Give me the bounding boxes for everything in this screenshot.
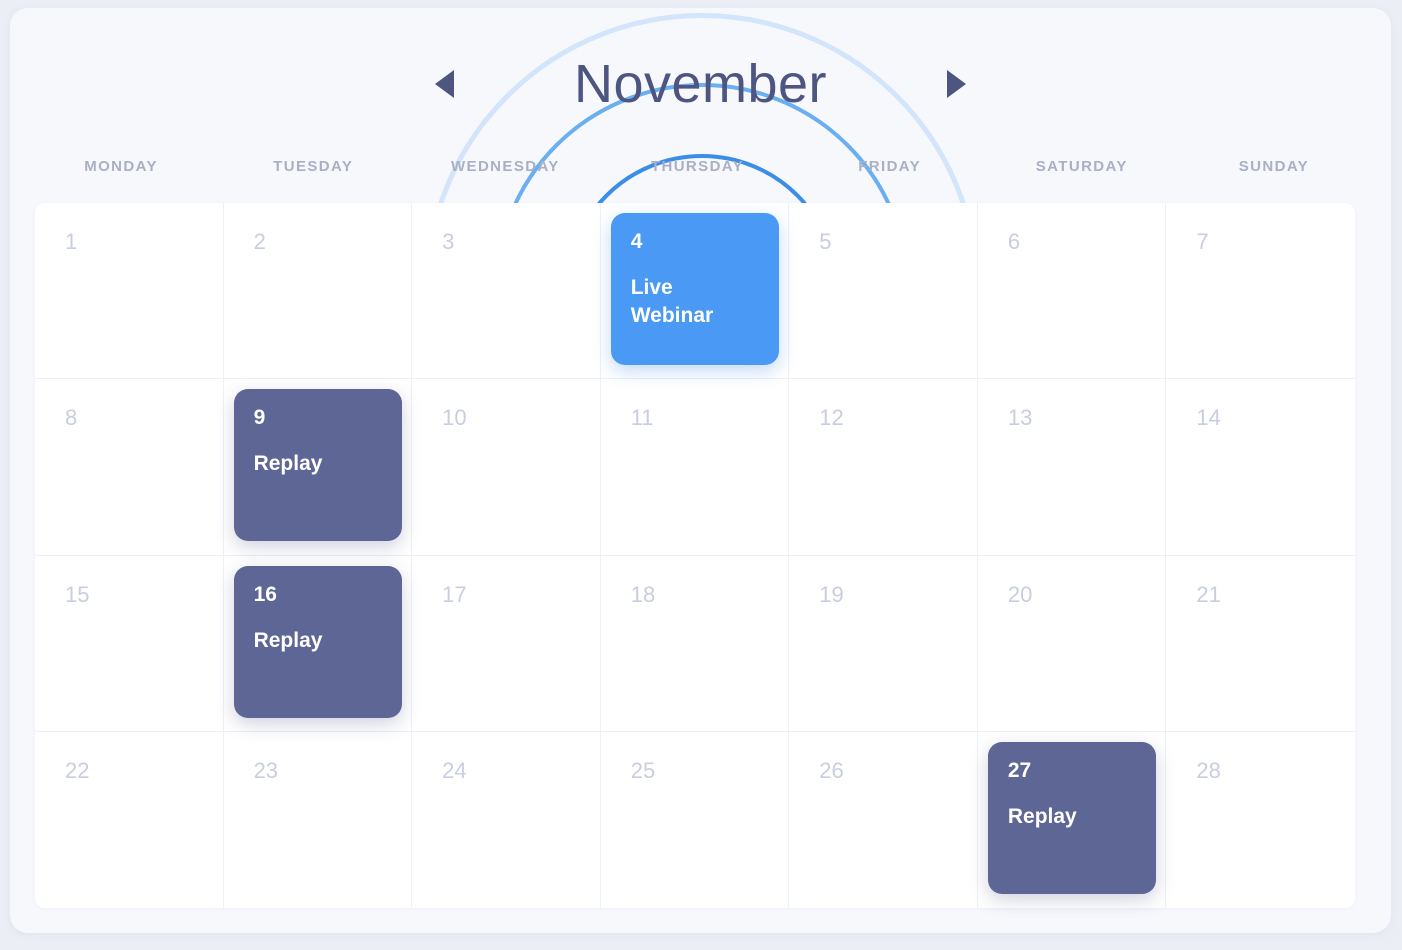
day-number: 1	[65, 229, 78, 254]
event-day-number: 16	[253, 582, 277, 606]
day-number: 7	[1196, 229, 1209, 254]
day-number: 21	[1196, 581, 1221, 607]
calendar-day-cell[interactable]: 99 Replay	[223, 379, 413, 556]
calendar-day-cell[interactable]: 18	[600, 555, 790, 732]
event-label: Live Webinar	[630, 276, 714, 327]
calendar-day-cell[interactable]: 8	[35, 379, 224, 556]
calendar-day-cell[interactable]: 1	[35, 203, 224, 380]
calendar-day-cell[interactable]: 26	[789, 731, 978, 908]
day-number: 11	[630, 405, 654, 431]
calendar-day-cell[interactable]: 7	[1166, 203, 1355, 380]
day-number: 15	[65, 581, 90, 607]
weekday-label-sunday: SUNDAY	[1238, 157, 1310, 175]
calendar-day-cell[interactable]: 12	[789, 379, 978, 556]
day-number: 10	[442, 405, 467, 431]
calendar-day-cell[interactable]: 1616 Replay	[223, 555, 413, 732]
calendar-day-cell[interactable]: 24	[412, 731, 601, 908]
day-number: 8	[65, 405, 78, 431]
day-number: 13	[1007, 405, 1033, 431]
replay-event-card[interactable]: 9 Replay	[233, 389, 402, 542]
calendar-day-cell[interactable]: 20	[977, 555, 1167, 732]
calendar-app: November MONDAY TUESDAY WEDNESDAY THURSD…	[0, 0, 1402, 950]
day-number: 23	[253, 757, 279, 783]
weekday-label-saturday: SATURDAY	[1035, 157, 1128, 175]
calendar-day-cell[interactable]: 13	[977, 379, 1167, 556]
calendar-day-cell[interactable]: 10	[412, 379, 601, 556]
weekday-header-row: MONDAY TUESDAY WEDNESDAY THURSDAY FRIDAY…	[25, 146, 1370, 186]
calendar-day-cell[interactable]: 6	[977, 203, 1167, 380]
replay-event-card[interactable]: 16 Replay	[233, 565, 402, 718]
event-label: Replay	[1007, 804, 1077, 828]
calendar-day-cell[interactable]: 14	[1166, 379, 1355, 556]
weekday-label-tuesday: TUESDAY	[273, 157, 354, 175]
calendar-day-cell[interactable]: 2727 Replay	[978, 731, 1167, 908]
day-number: 22	[65, 757, 90, 783]
calendar-day-cell[interactable]: 19	[789, 555, 978, 732]
event-day-number: 27	[1007, 758, 1032, 782]
event-label: Replay	[253, 452, 323, 476]
calendar-day-cell[interactable]: 22	[35, 731, 224, 908]
event-day-number: 4	[630, 230, 643, 253]
day-number: 6	[1007, 229, 1021, 254]
live-webinar-event-card[interactable]: 4 Live Webinar	[610, 213, 779, 365]
day-number: 25	[630, 757, 656, 783]
event-day-number: 9	[253, 406, 266, 430]
weekday-label-thursday: THURSDAY	[650, 157, 745, 175]
calendar-day-cell[interactable]: 21	[1166, 556, 1355, 732]
weekday-label-monday: MONDAY	[84, 157, 158, 175]
calendar-day-cell[interactable]: 2	[223, 203, 413, 380]
day-number: 20	[1007, 581, 1033, 607]
day-number: 18	[630, 581, 656, 607]
month-title: November	[573, 54, 828, 114]
calendar-day-cell[interactable]: 44 Live Webinar	[600, 203, 790, 380]
next-month-arrow-icon[interactable]	[947, 70, 967, 98]
day-number: 5	[819, 229, 832, 254]
calendar-day-cell[interactable]: 15	[35, 555, 224, 732]
weekday-label-friday: FRIDAY	[858, 157, 922, 175]
event-label: Replay	[253, 628, 323, 652]
calendar-day-cell[interactable]: 23	[224, 731, 413, 908]
day-number: 19	[819, 581, 844, 607]
day-number: 14	[1196, 405, 1221, 431]
day-number: 24	[442, 757, 467, 783]
calendar-day-cell[interactable]: 3	[412, 203, 601, 380]
day-number: 2	[253, 229, 266, 254]
weekday-label-wednesday: WEDNESDAY	[450, 157, 560, 175]
day-number: 3	[442, 229, 455, 254]
calendar-header: November	[10, 38, 1391, 130]
calendar-day-cell[interactable]: 28	[1166, 732, 1355, 908]
day-number: 26	[819, 757, 844, 783]
calendar-day-cell[interactable]: 11	[600, 379, 790, 556]
day-number: 12	[819, 405, 844, 431]
calendar-day-cell[interactable]: 25	[601, 731, 790, 908]
calendar-day-cell[interactable]: 5	[789, 203, 978, 380]
calendar-grid: 12344Live Webinar567899Replay10111213141…	[35, 203, 1355, 908]
calendar-day-cell[interactable]: 17	[412, 555, 601, 732]
day-number: 28	[1196, 757, 1221, 783]
replay-event-card[interactable]: 27 Replay	[987, 741, 1156, 894]
previous-month-arrow-icon[interactable]	[434, 70, 454, 98]
calendar-panel: November MONDAY TUESDAY WEDNESDAY THURSD…	[10, 8, 1391, 933]
day-number: 17	[442, 581, 467, 607]
